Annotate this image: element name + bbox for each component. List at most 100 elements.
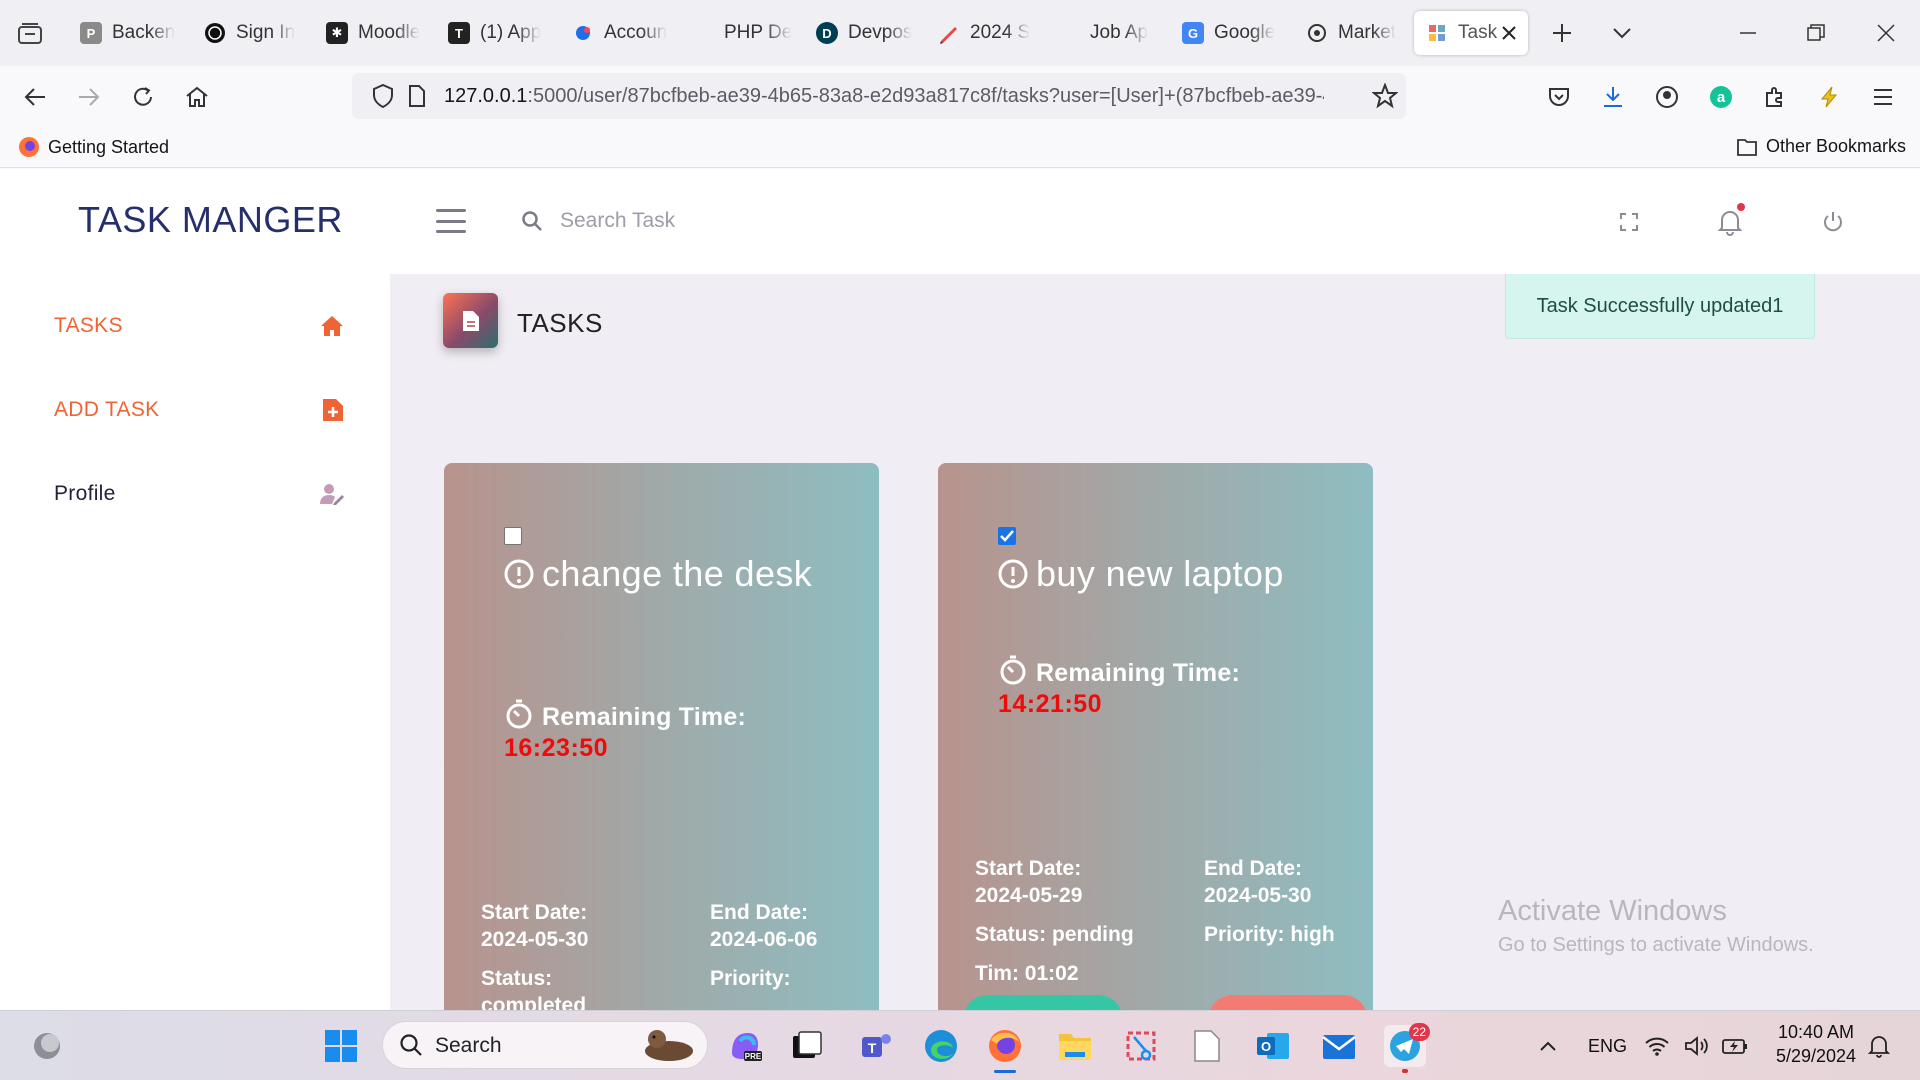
pocket-icon: [1549, 88, 1569, 106]
delete-task-button[interactable]: [1208, 995, 1368, 1010]
close-window-button[interactable]: [1866, 16, 1906, 50]
remaining-time-label: Remaining Time:: [504, 699, 746, 732]
list-all-tabs-button[interactable]: [1602, 16, 1642, 50]
tab-php[interactable]: PHP De: [724, 11, 804, 55]
sidebar-toggle-button[interactable]: [436, 209, 466, 233]
back-button[interactable]: [16, 78, 54, 116]
clock[interactable]: 10:40 AM 5/29/2024: [1774, 1020, 1858, 1068]
end-date-value: 2024-05-30: [1204, 884, 1312, 907]
widgets-button[interactable]: [26, 1025, 68, 1067]
sidebar-item-profile[interactable]: Profile: [54, 474, 344, 514]
bookmark-getting-started[interactable]: Getting Started: [18, 136, 169, 158]
scissors-icon: [1126, 1031, 1156, 1061]
browser-nav-bar: 127.0.0.1:5000/user/87bcfbeb-ae39-4b65-8…: [0, 66, 1920, 128]
url-text[interactable]: 127.0.0.1:5000/user/87bcfbeb-ae39-4b65-8…: [444, 85, 1324, 108]
task-view-icon: [793, 1031, 822, 1058]
tab-backend[interactable]: P Backen: [80, 11, 180, 55]
brand-logo[interactable]: TASK MANGER: [78, 199, 343, 241]
firefox-button[interactable]: [984, 1025, 1026, 1073]
task-name-text: change the desk: [542, 553, 813, 594]
address-bar[interactable]: 127.0.0.1:5000/user/87bcfbeb-ae39-4b65-8…: [352, 73, 1406, 119]
otter-illustration-icon: [645, 1030, 693, 1061]
tab-account[interactable]: Accoun: [572, 11, 672, 55]
tab-job-app[interactable]: Job Ap: [1090, 11, 1170, 55]
sidebar-item-tasks[interactable]: TASKS: [54, 306, 344, 346]
svg-text:O: O: [1261, 1039, 1271, 1054]
alert-circle-icon: [504, 559, 534, 589]
battery-button[interactable]: [1718, 1025, 1752, 1067]
notepad-button[interactable]: [1186, 1025, 1228, 1067]
start-date-value: 2024-05-30: [481, 928, 589, 951]
fullscreen-icon: [1620, 213, 1638, 231]
tab-title: PHP De: [724, 22, 793, 43]
edge-button[interactable]: [920, 1025, 962, 1067]
snipping-tool-button[interactable]: [1120, 1025, 1162, 1067]
account-button[interactable]: [1648, 78, 1686, 116]
add-file-icon: [323, 399, 343, 421]
teams-button[interactable]: T: [856, 1025, 898, 1067]
pocket-button[interactable]: [1540, 78, 1578, 116]
tab-app[interactable]: T (1) App: [448, 11, 548, 55]
wifi-button[interactable]: [1640, 1025, 1674, 1067]
restore-button[interactable]: [1796, 16, 1836, 50]
notification-center-button[interactable]: [1862, 1025, 1896, 1067]
volume-button[interactable]: [1680, 1025, 1714, 1067]
svg-text:a: a: [1717, 89, 1726, 106]
extension-a-button[interactable]: a: [1702, 78, 1740, 116]
page-icon[interactable]: [408, 85, 426, 107]
notifications-button[interactable]: [1713, 203, 1747, 239]
tab-market[interactable]: Market: [1306, 11, 1406, 55]
tab-sign-in[interactable]: Sign In: [204, 11, 304, 55]
tab-title: Market: [1338, 22, 1397, 43]
tab-task-active[interactable]: Task: [1414, 11, 1528, 55]
minimize-button[interactable]: [1728, 16, 1768, 50]
shield-icon[interactable]: [372, 84, 394, 108]
mail-button[interactable]: [1318, 1025, 1360, 1067]
file-explorer-button[interactable]: [1054, 1025, 1096, 1067]
task-view-button[interactable]: [786, 1025, 828, 1067]
edit-task-button[interactable]: [963, 995, 1123, 1010]
reload-icon: [134, 87, 152, 106]
bookmark-label: Getting Started: [48, 136, 170, 157]
home-button[interactable]: [178, 78, 216, 116]
tab-title: Backen: [112, 22, 176, 43]
app-menu-button[interactable]: [1864, 78, 1902, 116]
tab-list-button[interactable]: [14, 18, 46, 50]
extension-bolt-button[interactable]: [1810, 78, 1848, 116]
copilot-button[interactable]: PRE: [724, 1025, 766, 1067]
search-task-input[interactable]: [560, 201, 980, 241]
windows-taskbar: Search PRE T O 22 ENG 10:40 AM 5/29/2024: [0, 1010, 1920, 1080]
downloads-button[interactable]: [1594, 78, 1632, 116]
reload-button[interactable]: [124, 78, 162, 116]
activate-windows-watermark: Activate Windows Go to Settings to activ…: [1498, 895, 1814, 957]
forward-button[interactable]: [70, 78, 108, 116]
tab-title: Devpos: [848, 22, 913, 43]
other-bookmarks[interactable]: Other Bookmarks: [1736, 136, 1906, 157]
start-button[interactable]: [320, 1025, 362, 1067]
taskbar-search[interactable]: Search: [382, 1021, 708, 1069]
arrow-left-icon: [24, 88, 45, 106]
tab-2024[interactable]: 2024 S: [938, 11, 1038, 55]
sidebar-item-add-task[interactable]: ADD TASK: [54, 390, 344, 430]
fullscreen-button[interactable]: [1612, 205, 1646, 239]
bookmark-star-icon[interactable]: [1372, 83, 1398, 109]
show-hidden-icons-button[interactable]: [1528, 1025, 1568, 1067]
tab-devpost[interactable]: D Devpos: [816, 11, 916, 55]
task-complete-checkbox[interactable]: [504, 527, 522, 545]
tab-title: Accoun: [604, 22, 668, 43]
teams-icon: T: [862, 1034, 891, 1057]
start-date-label: Start Date:: [975, 857, 1082, 880]
outlook-button[interactable]: O: [1252, 1025, 1294, 1067]
tab-title: Sign In: [236, 22, 296, 43]
close-tab-icon[interactable]: [1502, 26, 1516, 40]
tab-google[interactable]: G Google: [1182, 11, 1282, 55]
extensions-button[interactable]: [1756, 78, 1794, 116]
grammar-extension-icon: a: [1710, 86, 1732, 108]
power-icon: [1824, 212, 1842, 232]
new-tab-button[interactable]: [1542, 16, 1582, 50]
telegram-button[interactable]: 22: [1384, 1023, 1430, 1073]
task-complete-checkbox[interactable]: [998, 527, 1016, 545]
tab-moodle[interactable]: ✱ Moodle: [326, 11, 426, 55]
logout-button[interactable]: [1816, 205, 1850, 239]
input-language[interactable]: ENG: [1588, 1036, 1627, 1057]
